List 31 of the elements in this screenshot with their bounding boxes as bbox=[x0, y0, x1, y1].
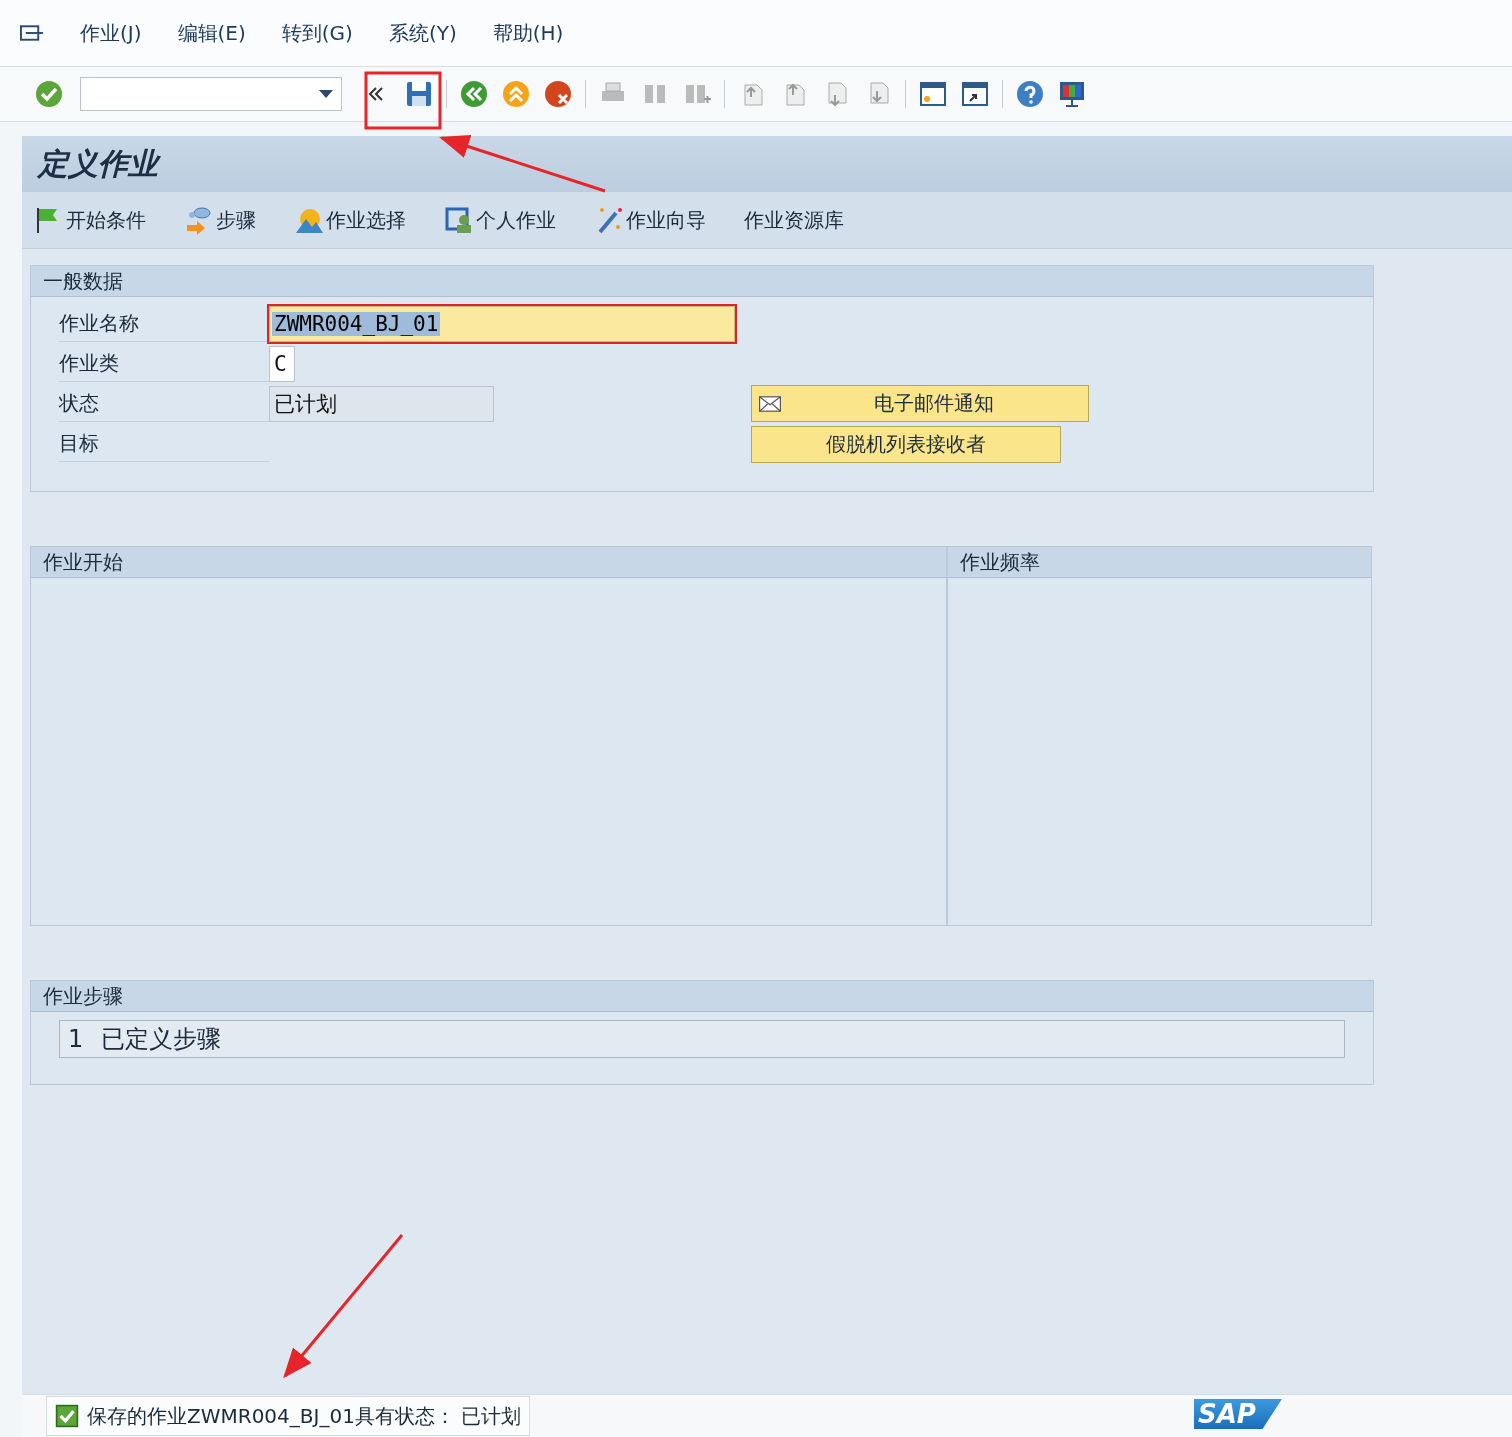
field-label: 目标 bbox=[59, 425, 269, 462]
step-count: 1 bbox=[68, 1025, 84, 1053]
menu-item[interactable]: 转到(G) bbox=[281, 19, 353, 47]
email-notification-button[interactable]: 电子邮件通知 bbox=[751, 385, 1089, 422]
toolbar-button[interactable]: 作业资源库 bbox=[744, 206, 844, 234]
person-icon bbox=[444, 205, 474, 235]
menu-icon[interactable] bbox=[20, 25, 44, 41]
section-title: 作业开始 bbox=[43, 548, 123, 576]
toolbar-button[interactable]: 作业向导 bbox=[594, 205, 706, 235]
logo: SAP bbox=[1194, 1399, 1282, 1429]
menu-item[interactable]: 作业(J) bbox=[80, 19, 142, 47]
menu-item[interactable]: 编辑(E) bbox=[177, 19, 246, 47]
section-title: 作业步骤 bbox=[43, 982, 123, 1010]
section-title: 一般数据 bbox=[43, 267, 123, 295]
command-field[interactable] bbox=[80, 77, 342, 111]
menu-item[interactable]: 系统(Y) bbox=[388, 19, 457, 47]
toolbar-button[interactable]: 步骤 bbox=[184, 205, 256, 235]
menu-item[interactable]: 帮助(H) bbox=[492, 19, 564, 47]
status-field[interactable]: 已计划 bbox=[269, 385, 494, 422]
toolbar-button[interactable]: 作业选择 bbox=[294, 205, 406, 235]
toolbar-button[interactable]: 开始条件 bbox=[34, 205, 146, 235]
toolbar-button[interactable]: 个人作业 bbox=[444, 205, 556, 235]
status-text: 保存的作业ZWMR004_BJ_01具有状态： 已计划 bbox=[87, 1402, 522, 1430]
job-name-field[interactable]: ZWMR004_BJ_01 bbox=[269, 305, 735, 342]
job-class-field[interactable]: C bbox=[269, 345, 295, 382]
step-text: 已定义步骤 bbox=[101, 1024, 222, 1055]
recipient-button[interactable]: 假脱机列表接收者 bbox=[751, 426, 1061, 463]
section-title: 作业频率 bbox=[960, 548, 1041, 576]
step-row[interactable]: 1 已定义步骤 bbox=[59, 1020, 1345, 1058]
dropdown-icon bbox=[319, 90, 333, 98]
success-check-icon bbox=[55, 1404, 79, 1428]
